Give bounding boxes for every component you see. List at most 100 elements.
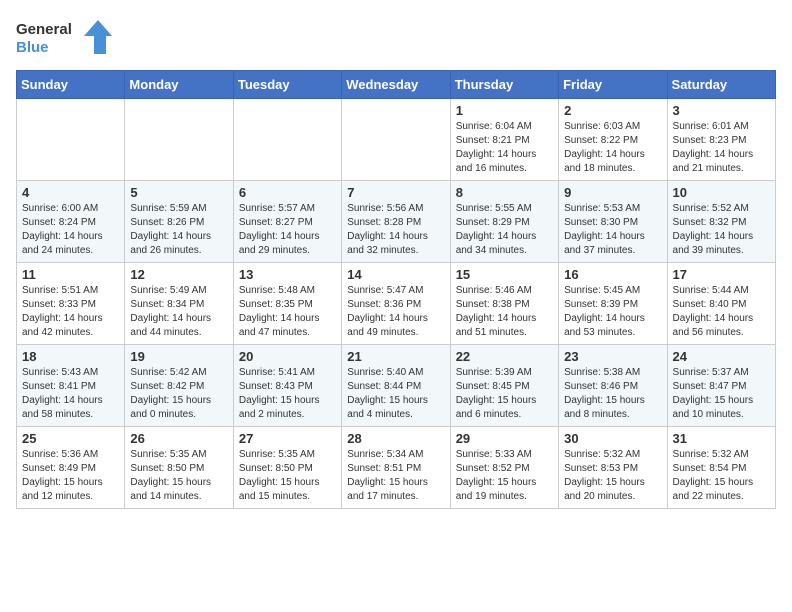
day-info: Sunrise: 5:38 AM Sunset: 8:46 PM Dayligh… — [564, 366, 661, 422]
day-info: Sunrise: 5:35 AM Sunset: 8:50 PM Dayligh… — [239, 448, 336, 504]
calendar-cell: 20Sunrise: 5:41 AM Sunset: 8:43 PM Dayli… — [233, 345, 341, 427]
day-info: Sunrise: 5:47 AM Sunset: 8:36 PM Dayligh… — [347, 284, 444, 340]
calendar-week-row: 4 Sunrise: 6:00 AM Sunset: 8:24 PM Daylig… — [17, 181, 776, 263]
day-info: Sunrise: 5:32 AM Sunset: 8:53 PM Dayligh… — [564, 448, 661, 504]
day-number: 23 — [564, 349, 661, 364]
calendar-cell: 1Sunrise: 6:04 AM Sunset: 8:21 PM Daylig… — [450, 99, 558, 181]
calendar-cell: 9 Sunrise: 5:53 AM Sunset: 8:30 PM Daylig… — [559, 181, 667, 263]
calendar-cell: 16 Sunrise: 5:45 AM Sunset: 8:39 PM Dayli… — [559, 263, 667, 345]
calendar-header-row: SundayMondayTuesdayWednesdayThursdayFrid… — [17, 71, 776, 99]
calendar-cell: 11 Sunrise: 5:51 AM Sunset: 8:33 PM Dayli… — [17, 263, 125, 345]
calendar-cell: 5 Sunrise: 5:59 AM Sunset: 8:26 PM Daylig… — [125, 181, 233, 263]
calendar-cell: 18 Sunrise: 5:43 AM Sunset: 8:41 PM Dayli… — [17, 345, 125, 427]
day-info: Sunrise: 6:00 AM Sunset: 8:24 PM Dayligh… — [22, 202, 119, 258]
calendar-cell: 23 Sunrise: 5:38 AM Sunset: 8:46 PM Dayli… — [559, 345, 667, 427]
page-header: General Blue — [16, 16, 776, 60]
calendar-day-header: Tuesday — [233, 71, 341, 99]
calendar-cell: 13 Sunrise: 5:48 AM Sunset: 8:35 PM Dayli… — [233, 263, 341, 345]
day-number: 3 — [673, 103, 770, 118]
calendar-cell: 6 Sunrise: 5:57 AM Sunset: 8:27 PM Daylig… — [233, 181, 341, 263]
day-info: Sunrise: 5:35 AM Sunset: 8:50 PM Dayligh… — [130, 448, 227, 504]
day-info: Sunrise: 5:46 AM Sunset: 8:38 PM Dayligh… — [456, 284, 553, 340]
day-number: 11 — [22, 267, 119, 282]
day-info: Sunrise: 5:53 AM Sunset: 8:30 PM Dayligh… — [564, 202, 661, 258]
calendar-day-header: Wednesday — [342, 71, 450, 99]
day-number: 19 — [130, 349, 227, 364]
day-info: Sunrise: 6:03 AM Sunset: 8:22 PM Dayligh… — [564, 120, 661, 176]
day-number: 10 — [673, 185, 770, 200]
calendar-cell: 12 Sunrise: 5:49 AM Sunset: 8:34 PM Dayli… — [125, 263, 233, 345]
day-number: 27 — [239, 431, 336, 446]
day-info: Sunrise: 5:49 AM Sunset: 8:34 PM Dayligh… — [130, 284, 227, 340]
logo: General Blue — [16, 16, 116, 60]
day-number: 16 — [564, 267, 661, 282]
calendar-day-header: Friday — [559, 71, 667, 99]
day-number: 17 — [673, 267, 770, 282]
day-info: Sunrise: 5:43 AM Sunset: 8:41 PM Dayligh… — [22, 366, 119, 422]
calendar-cell: 4 Sunrise: 6:00 AM Sunset: 8:24 PM Daylig… — [17, 181, 125, 263]
calendar-day-header: Thursday — [450, 71, 558, 99]
day-info: Sunrise: 6:01 AM Sunset: 8:23 PM Dayligh… — [673, 120, 770, 176]
day-number: 13 — [239, 267, 336, 282]
calendar-day-header: Monday — [125, 71, 233, 99]
day-info: Sunrise: 5:48 AM Sunset: 8:35 PM Dayligh… — [239, 284, 336, 340]
svg-text:General: General — [16, 21, 72, 38]
day-number: 5 — [130, 185, 227, 200]
day-info: Sunrise: 5:55 AM Sunset: 8:29 PM Dayligh… — [456, 202, 553, 258]
day-number: 4 — [22, 185, 119, 200]
day-info: Sunrise: 5:56 AM Sunset: 8:28 PM Dayligh… — [347, 202, 444, 258]
day-number: 14 — [347, 267, 444, 282]
day-number: 29 — [456, 431, 553, 446]
day-info: Sunrise: 6:04 AM Sunset: 8:21 PM Dayligh… — [456, 120, 553, 176]
calendar-cell: 19 Sunrise: 5:42 AM Sunset: 8:42 PM Dayli… — [125, 345, 233, 427]
day-number: 12 — [130, 267, 227, 282]
day-number: 8 — [456, 185, 553, 200]
day-info: Sunrise: 5:45 AM Sunset: 8:39 PM Dayligh… — [564, 284, 661, 340]
calendar-cell — [17, 99, 125, 181]
day-info: Sunrise: 5:59 AM Sunset: 8:26 PM Dayligh… — [130, 202, 227, 258]
calendar-week-row: 11 Sunrise: 5:51 AM Sunset: 8:33 PM Dayli… — [17, 263, 776, 345]
day-number: 6 — [239, 185, 336, 200]
day-info: Sunrise: 5:36 AM Sunset: 8:49 PM Dayligh… — [22, 448, 119, 504]
day-number: 2 — [564, 103, 661, 118]
day-number: 24 — [673, 349, 770, 364]
calendar-cell: 26Sunrise: 5:35 AM Sunset: 8:50 PM Dayli… — [125, 427, 233, 509]
day-info: Sunrise: 5:52 AM Sunset: 8:32 PM Dayligh… — [673, 202, 770, 258]
calendar-table: SundayMondayTuesdayWednesdayThursdayFrid… — [16, 70, 776, 509]
calendar-cell: 29Sunrise: 5:33 AM Sunset: 8:52 PM Dayli… — [450, 427, 558, 509]
calendar-cell: 25 Sunrise: 5:36 AM Sunset: 8:49 PM Dayli… — [17, 427, 125, 509]
calendar-cell: 31 Sunrise: 5:32 AM Sunset: 8:54 PM Dayli… — [667, 427, 775, 509]
day-info: Sunrise: 5:39 AM Sunset: 8:45 PM Dayligh… — [456, 366, 553, 422]
svg-text:Blue: Blue — [16, 39, 49, 56]
calendar-cell — [342, 99, 450, 181]
day-number: 21 — [347, 349, 444, 364]
calendar-cell: 30 Sunrise: 5:32 AM Sunset: 8:53 PM Dayli… — [559, 427, 667, 509]
calendar-week-row: 1Sunrise: 6:04 AM Sunset: 8:21 PM Daylig… — [17, 99, 776, 181]
day-number: 30 — [564, 431, 661, 446]
calendar-cell: 2 Sunrise: 6:03 AM Sunset: 8:22 PM Daylig… — [559, 99, 667, 181]
day-number: 22 — [456, 349, 553, 364]
day-number: 31 — [673, 431, 770, 446]
calendar-cell: 28Sunrise: 5:34 AM Sunset: 8:51 PM Dayli… — [342, 427, 450, 509]
day-number: 15 — [456, 267, 553, 282]
day-info: Sunrise: 5:57 AM Sunset: 8:27 PM Dayligh… — [239, 202, 336, 258]
day-info: Sunrise: 5:42 AM Sunset: 8:42 PM Dayligh… — [130, 366, 227, 422]
calendar-week-row: 25 Sunrise: 5:36 AM Sunset: 8:49 PM Dayli… — [17, 427, 776, 509]
calendar-cell: 15 Sunrise: 5:46 AM Sunset: 8:38 PM Dayli… — [450, 263, 558, 345]
calendar-cell: 3 Sunrise: 6:01 AM Sunset: 8:23 PM Daylig… — [667, 99, 775, 181]
calendar-cell: 17Sunrise: 5:44 AM Sunset: 8:40 PM Dayli… — [667, 263, 775, 345]
logo-svg: General Blue — [16, 16, 116, 60]
calendar-cell: 10 Sunrise: 5:52 AM Sunset: 8:32 PM Dayli… — [667, 181, 775, 263]
calendar-day-header: Sunday — [17, 71, 125, 99]
day-number: 28 — [347, 431, 444, 446]
day-number: 25 — [22, 431, 119, 446]
day-number: 7 — [347, 185, 444, 200]
calendar-cell: 27 Sunrise: 5:35 AM Sunset: 8:50 PM Dayli… — [233, 427, 341, 509]
day-info: Sunrise: 5:51 AM Sunset: 8:33 PM Dayligh… — [22, 284, 119, 340]
day-number: 9 — [564, 185, 661, 200]
day-info: Sunrise: 5:32 AM Sunset: 8:54 PM Dayligh… — [673, 448, 770, 504]
calendar-cell: 8 Sunrise: 5:55 AM Sunset: 8:29 PM Daylig… — [450, 181, 558, 263]
calendar-cell: 7 Sunrise: 5:56 AM Sunset: 8:28 PM Daylig… — [342, 181, 450, 263]
day-number: 20 — [239, 349, 336, 364]
day-number: 18 — [22, 349, 119, 364]
